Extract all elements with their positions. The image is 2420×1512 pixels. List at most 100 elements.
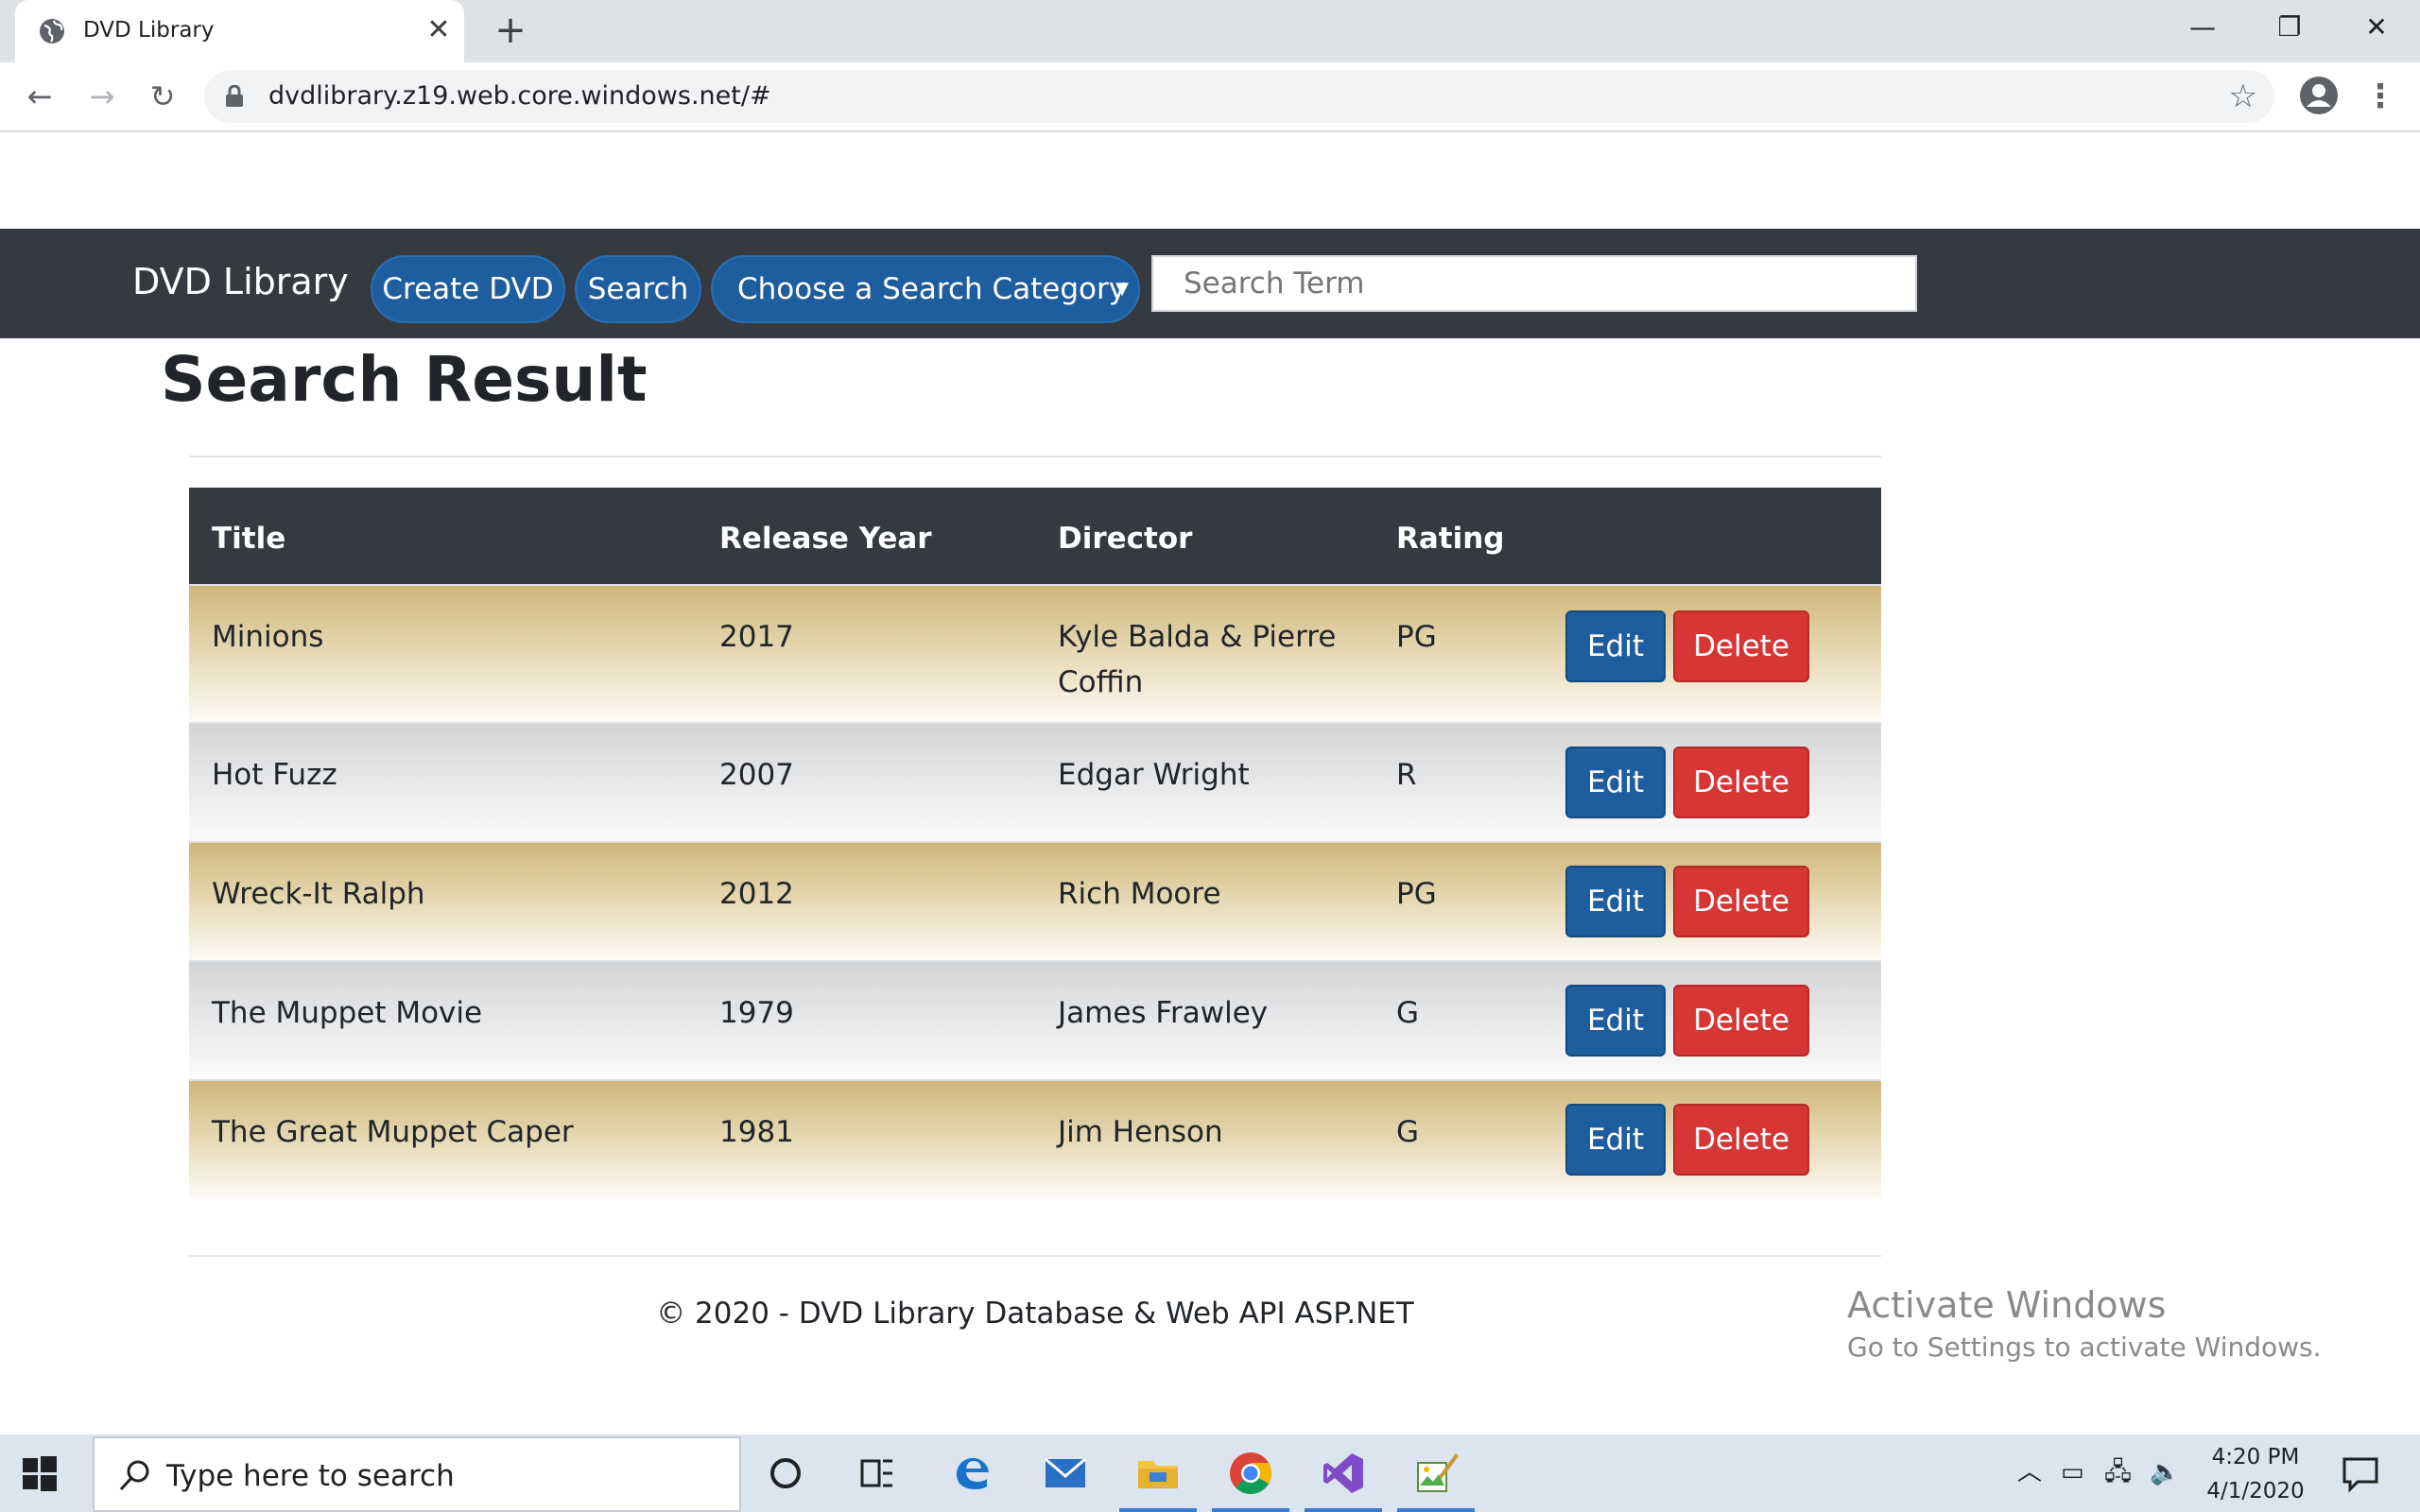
- cell-rating: G: [1396, 1115, 1420, 1149]
- profile-avatar-icon[interactable]: [2299, 76, 2339, 115]
- search-icon: [119, 1460, 149, 1491]
- globe-icon: [40, 19, 64, 43]
- reload-button[interactable]: ↻: [142, 76, 183, 117]
- page-footer: © 2020 - DVD Library Database & Web API …: [656, 1297, 1414, 1331]
- edit-button[interactable]: Edit: [1565, 610, 1666, 682]
- delete-button[interactable]: Delete: [1673, 1104, 1809, 1176]
- cell-title: The Great Muppet Caper: [212, 1115, 574, 1149]
- delete-button[interactable]: Delete: [1673, 866, 1809, 937]
- cell-year: 1981: [719, 1115, 794, 1149]
- battery-icon[interactable]: ▭: [2061, 1453, 2084, 1491]
- page-title: Search Result: [161, 343, 648, 416]
- table-row: The Great Muppet Caper 1981 Jim Henson G…: [189, 1079, 1881, 1198]
- watermark-line1: Activate Windows: [1847, 1284, 2167, 1326]
- paint-icon[interactable]: [1410, 1448, 1461, 1499]
- minimize-button[interactable]: —: [2159, 0, 2246, 55]
- windows-start-icon[interactable]: [21, 1455, 59, 1493]
- cell-director: Edgar Wright: [1058, 758, 1250, 792]
- delete-button[interactable]: Delete: [1673, 747, 1809, 818]
- header-rating: Rating: [1396, 522, 1505, 556]
- director-line: Coffin: [1058, 665, 1144, 699]
- delete-button[interactable]: Delete: [1673, 985, 1809, 1057]
- tray-chevron-up-icon[interactable]: ︿: [2017, 1453, 2042, 1491]
- edit-button[interactable]: Edit: [1565, 866, 1666, 937]
- tab-title: DVD Library: [83, 18, 215, 43]
- browser-menu-icon[interactable]: ⋮: [2363, 74, 2397, 119]
- table-row: Minions 2017 Kyle Balda & Pierre Coffin …: [189, 584, 1881, 722]
- cell-year: 2017: [719, 620, 794, 654]
- dvd-table: Title Release Year Director Rating Minio…: [189, 488, 1881, 1198]
- cortana-icon[interactable]: [760, 1448, 811, 1499]
- vs-active-indicator: [1305, 1508, 1382, 1512]
- taskbar-clock[interactable]: 4:20 PM 4/1/2020: [2193, 1440, 2318, 1508]
- volume-icon[interactable]: 🔈: [2150, 1453, 2180, 1491]
- watermark-line2: Go to Settings to activate Windows.: [1847, 1332, 2322, 1363]
- site-navbar: DVD Library Create DVD Search Choose a S…: [0, 229, 2420, 338]
- cell-director: Jim Henson: [1058, 1115, 1223, 1149]
- notification-icon[interactable]: [2335, 1448, 2386, 1499]
- create-dvd-button[interactable]: Create DVD: [371, 255, 565, 323]
- header-release-year: Release Year: [719, 522, 932, 556]
- divider-bottom: [189, 1255, 1881, 1257]
- cell-year: 2007: [719, 758, 794, 792]
- search-button[interactable]: Search: [575, 255, 701, 323]
- cell-director: Kyle Balda & Pierre Coffin: [1058, 614, 1336, 705]
- network-icon[interactable]: 🖧: [2104, 1453, 2132, 1491]
- browser-toolbar: ← → ↻ dvdlibrary.z19.web.core.windows.ne…: [0, 62, 2420, 132]
- cell-title: Hot Fuzz: [212, 758, 337, 792]
- lock-icon: [226, 85, 243, 107]
- chrome-active-indicator: [1212, 1508, 1289, 1512]
- clock-date: 4/1/2020: [2206, 1479, 2305, 1503]
- task-view-icon[interactable]: [851, 1448, 902, 1499]
- taskbar-search-box[interactable]: Type here to search: [93, 1436, 741, 1512]
- divider-top: [189, 455, 1881, 457]
- director-line: Kyle Balda & Pierre: [1058, 620, 1337, 654]
- table-row: Wreck-It Ralph 2012 Rich Moore PG Edit D…: [189, 841, 1881, 960]
- edit-button[interactable]: Edit: [1565, 1104, 1666, 1176]
- cell-director: James Frawley: [1058, 996, 1269, 1030]
- close-window-button[interactable]: ✕: [2333, 0, 2420, 55]
- edge-icon[interactable]: [947, 1448, 998, 1499]
- restore-button[interactable]: ❐: [2246, 0, 2333, 55]
- edit-button[interactable]: Edit: [1565, 747, 1666, 818]
- visual-studio-icon[interactable]: [1318, 1448, 1369, 1499]
- explorer-active-indicator: [1119, 1508, 1197, 1512]
- search-category-label: Choose a Search Category: [737, 272, 1127, 306]
- cell-year: 2012: [719, 877, 794, 911]
- close-tab-icon[interactable]: ✕: [424, 15, 454, 45]
- cell-title: Wreck-It Ralph: [212, 877, 425, 911]
- activate-windows-watermark: Activate Windows Go to Settings to activ…: [1847, 1281, 2322, 1366]
- browser-tab-strip: DVD Library ✕ + — ❐ ✕: [0, 0, 2420, 62]
- table-row: The Muppet Movie 1979 James Frawley G Ed…: [189, 960, 1881, 1079]
- cell-year: 1979: [719, 996, 794, 1030]
- cell-rating: G: [1396, 996, 1420, 1030]
- taskbar-search-placeholder: Type here to search: [166, 1459, 455, 1493]
- table-header: Title Release Year Director Rating: [189, 488, 1881, 584]
- search-term-input[interactable]: [1151, 255, 1917, 312]
- new-tab-button[interactable]: +: [492, 11, 529, 49]
- windows-taskbar: Type here to search ︿ ▭ 🖧 🔈 4:20 PM 4/1/…: [0, 1435, 2420, 1512]
- caret-down-icon: ▼: [1115, 279, 1129, 299]
- chrome-icon[interactable]: [1225, 1448, 1276, 1499]
- forward-button[interactable]: →: [81, 76, 123, 117]
- file-explorer-icon[interactable]: [1132, 1448, 1184, 1499]
- edit-button[interactable]: Edit: [1565, 985, 1666, 1057]
- address-bar[interactable]: dvdlibrary.z19.web.core.windows.net/# ☆: [204, 70, 2274, 123]
- cell-director: Rich Moore: [1058, 877, 1221, 911]
- cell-rating: PG: [1396, 877, 1437, 911]
- back-button[interactable]: ←: [19, 76, 60, 117]
- browser-tab[interactable]: DVD Library ✕: [15, 0, 464, 62]
- bookmark-star-icon[interactable]: ☆: [2229, 79, 2257, 113]
- navbar-brand[interactable]: DVD Library: [132, 259, 349, 304]
- clock-time: 4:20 PM: [2211, 1445, 2300, 1469]
- cell-rating: PG: [1396, 620, 1437, 654]
- table-row: Hot Fuzz 2007 Edgar Wright R Edit Delete: [189, 722, 1881, 841]
- mail-icon[interactable]: [1040, 1448, 1091, 1499]
- cell-rating: R: [1396, 758, 1417, 792]
- paint-active-indicator: [1397, 1508, 1475, 1512]
- cell-title: Minions: [212, 620, 324, 654]
- delete-button[interactable]: Delete: [1673, 610, 1809, 682]
- search-category-dropdown[interactable]: Choose a Search Category ▼: [711, 255, 1140, 323]
- header-director: Director: [1058, 522, 1193, 556]
- cell-title: The Muppet Movie: [212, 996, 483, 1030]
